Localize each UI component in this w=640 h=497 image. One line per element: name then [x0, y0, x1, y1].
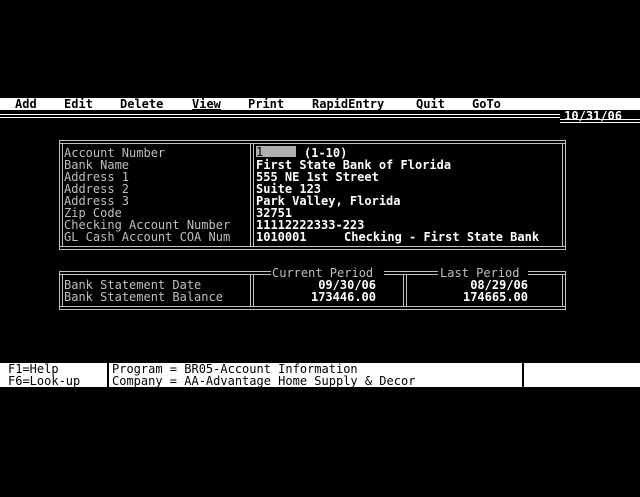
system-date: 10/31/06: [564, 109, 622, 123]
menu-add[interactable]: Add: [15, 98, 37, 110]
key-lookup[interactable]: F6=Look-up: [8, 375, 80, 387]
status-divider-left: [107, 363, 109, 387]
gl-cash-account-description: Checking - First State Bank: [344, 230, 540, 244]
menu-print[interactable]: Print: [248, 98, 284, 110]
gl-cash-account-field[interactable]: 1010001: [256, 231, 307, 243]
account-number-input[interactable]: 1: [256, 146, 296, 158]
header-rule-top: [0, 114, 560, 115]
menu-quit[interactable]: Quit: [416, 98, 445, 110]
menu-delete[interactable]: Delete: [120, 98, 163, 110]
menu-view[interactable]: View: [192, 98, 221, 110]
menu-goto[interactable]: GoTo: [472, 98, 501, 110]
menu-bar: Add Edit Delete View Print RapidEntry Qu…: [0, 98, 640, 110]
label-gl-cash-account: GL Cash Account COA Num: [64, 230, 231, 244]
label-statement-balance: Bank Statement Balance: [64, 290, 223, 304]
header-rule-bottom: [0, 117, 560, 118]
current-statement-balance[interactable]: 173446.00: [256, 291, 376, 303]
status-company: Company = AA-Advantage Home Supply & Dec…: [112, 374, 416, 388]
menu-edit[interactable]: Edit: [64, 98, 93, 110]
menu-rapidentry[interactable]: RapidEntry: [312, 98, 384, 110]
status-divider-right: [522, 363, 524, 387]
last-statement-balance[interactable]: 174665.00: [408, 291, 528, 303]
